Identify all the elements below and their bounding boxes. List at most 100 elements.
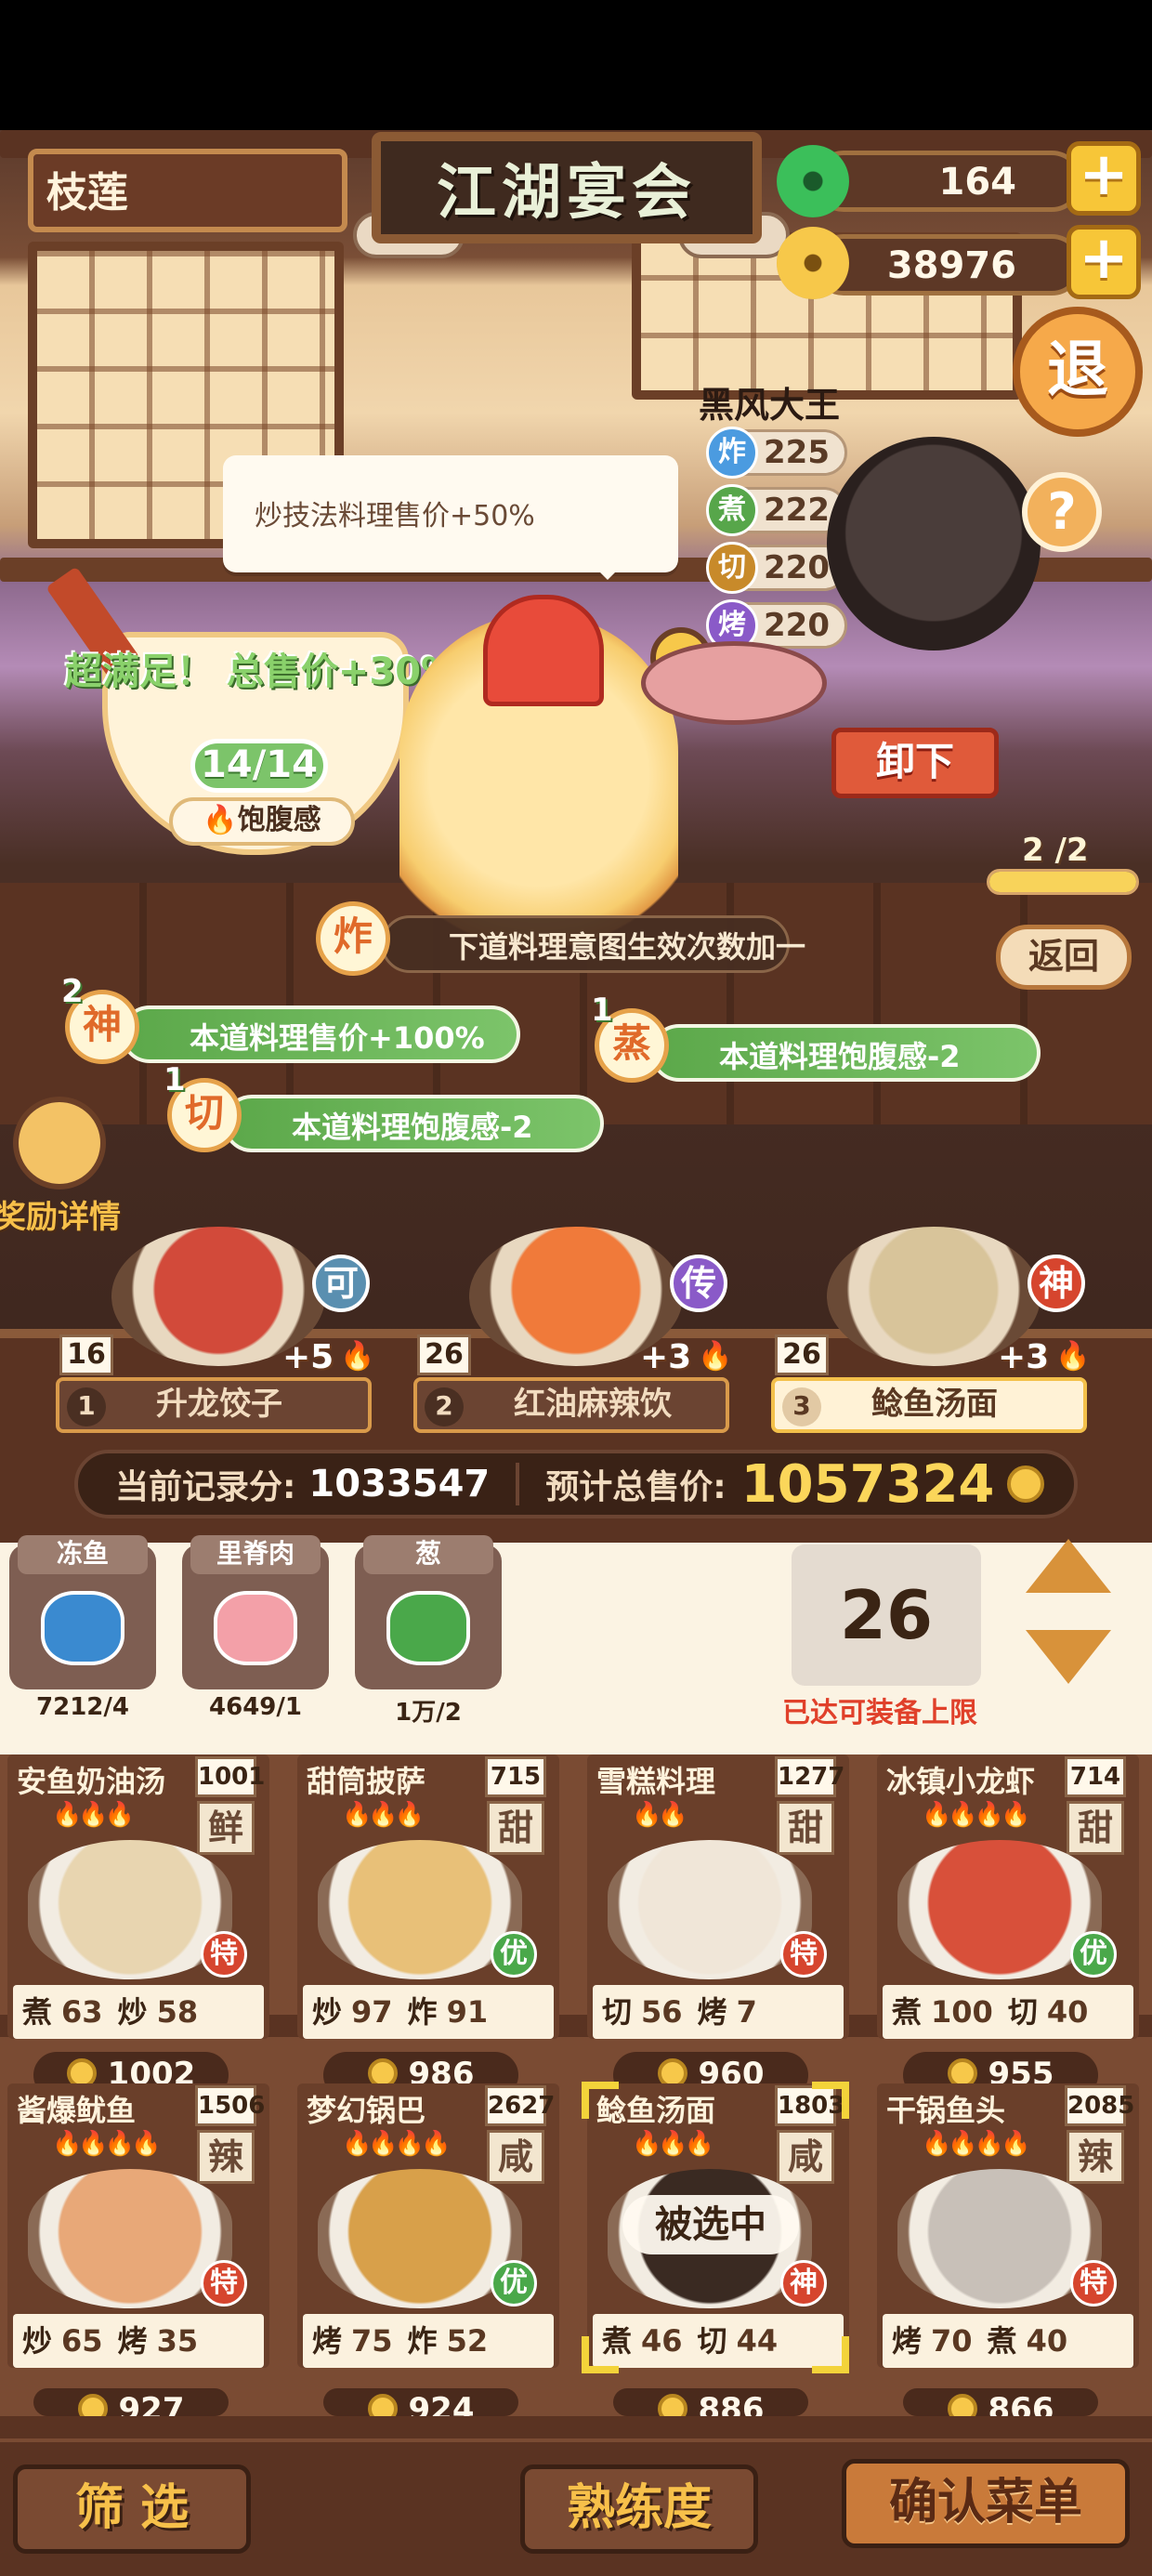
- reward-chest-icon[interactable]: [13, 1097, 106, 1189]
- filter-button[interactable]: 筛 选: [13, 2464, 251, 2554]
- slot-name-1: 红油麻辣饮: [514, 1386, 672, 1423]
- help-button[interactable]: ?: [1022, 472, 1102, 552]
- serving-plate: [641, 641, 827, 725]
- recipe-price-tag-4: 1506: [195, 2085, 265, 2126]
- increase-arrow-button[interactable]: [1026, 1539, 1111, 1593]
- slot-name-bar-0[interactable]: 1 升龙饺子: [56, 1377, 372, 1433]
- recipe-price-tag-7: 2085: [1065, 2085, 1134, 2126]
- chef-hat: [483, 595, 604, 706]
- recipe-price-tag-1: 715: [485, 1756, 546, 1797]
- recipe-skill-2-value: 40: [1026, 2323, 1068, 2359]
- recipe-skill-2: 烤: [697, 1994, 727, 2030]
- buff-banner-1: 本道料理售价+100%: [121, 1005, 520, 1063]
- ingredient-icon-0: [41, 1591, 124, 1665]
- opponent-avatar[interactable]: [827, 437, 1041, 651]
- game-screen: 枝莲 江湖宴会 164 + 38976 + 退 黑风大王 225 炸 222 煮 220…: [0, 0, 1152, 2576]
- recipe-skill-1-value: 97: [351, 1994, 393, 2030]
- record-score-label: 当前记录分:: [115, 1468, 296, 1506]
- round-progress-fill: [989, 872, 1136, 892]
- recipe-skill-1-value: 46: [641, 2323, 683, 2359]
- coin-icon: [1007, 1465, 1045, 1503]
- recipe-heat-7: 🔥🔥🔥🔥: [922, 2130, 1030, 2158]
- recipe-price-value-6: 886: [698, 2391, 765, 2416]
- decrease-arrow-button[interactable]: [1026, 1630, 1111, 1684]
- recipe-price-7: 866: [903, 2388, 1098, 2416]
- slot-count-1: 26: [417, 1334, 471, 1375]
- slot-bonus-0: +5: [282, 1338, 334, 1376]
- recipe-skill-1: 烤: [892, 2323, 923, 2359]
- proficiency-button[interactable]: 熟练度: [520, 2464, 758, 2554]
- recipe-price-6: 886: [613, 2388, 808, 2416]
- recipe-stats-2: 切 56 烤 7: [593, 1985, 844, 2039]
- recipe-heat-4: 🔥🔥🔥🔥: [52, 2130, 161, 2158]
- recipe-price-4: 927: [33, 2388, 229, 2416]
- unload-button[interactable]: 卸下: [831, 728, 999, 798]
- recipe-tier-3: 优: [1070, 1931, 1117, 1978]
- add-coin-button[interactable]: +: [1067, 225, 1141, 299]
- event-title: 江湖宴会: [437, 159, 697, 228]
- recipe-heat-3: 🔥🔥🔥🔥: [922, 1801, 1030, 1829]
- coin-amount: 38976: [886, 244, 1016, 287]
- recipe-skill-1-value: 100: [931, 1994, 993, 2030]
- buff-banner-0: 下道料理意图生效次数加一: [381, 915, 805, 973]
- add-jade-button[interactable]: +: [1067, 141, 1141, 216]
- recipe-skill-1-value: 63: [61, 1994, 103, 2030]
- recipe-price-tag-5: 2627: [485, 2085, 555, 2126]
- recipe-taste-2: 甜: [777, 1801, 834, 1855]
- recipe-skill-1: 煮: [22, 1994, 53, 2030]
- coin-icon: [657, 2394, 687, 2416]
- recipe-skill-2-value: 91: [446, 1994, 489, 2030]
- recipe-taste-1: 甜: [487, 1801, 544, 1855]
- back-button[interactable]: 返回: [996, 925, 1132, 990]
- recipe-stats-3: 煮 100 切 40: [883, 1985, 1133, 2039]
- recipe-heat-1: 🔥🔥🔥: [342, 1801, 425, 1829]
- recipe-skill-2-value: 40: [1046, 1994, 1089, 2030]
- recipe-tier-2: 特: [780, 1931, 827, 1978]
- slot-name-bar-2[interactable]: 3 鲶鱼汤面: [771, 1377, 1087, 1433]
- slot-count-0: 16: [59, 1334, 113, 1375]
- recipe-skill-2: 炒: [117, 1994, 148, 2030]
- portion-counter: 14/14: [190, 739, 328, 793]
- recipe-price-tag-3: 714: [1065, 1756, 1126, 1797]
- reward-details-label[interactable]: 奖励详情: [0, 1191, 121, 1237]
- buff-banner-2: 本道料理饱腹感-2: [650, 1024, 1041, 1082]
- recipe-tier-4: 特: [201, 2260, 247, 2307]
- slot-index-2: 3: [782, 1387, 821, 1426]
- recipe-taste-3: 甜: [1067, 1801, 1124, 1855]
- recipe-stats-1: 炒 97 炸 91: [303, 1985, 554, 2039]
- coin-icon: [947, 2394, 977, 2416]
- exit-button[interactable]: 退: [1013, 307, 1143, 437]
- slot-bonus-1: +3: [640, 1338, 692, 1376]
- slot-name-2: 鲶鱼汤面: [871, 1386, 998, 1423]
- selection-corner: [582, 2336, 619, 2373]
- flame-icon: 🔥: [1055, 1340, 1091, 1373]
- recipe-skill-1: 炒: [22, 2323, 53, 2359]
- flame-icon: 🔥: [698, 1340, 733, 1373]
- recipe-stats-5: 烤 75 炸 52: [303, 2314, 554, 2368]
- recipe-name-2: 雪糕料理: [596, 1764, 716, 1799]
- slot-index-0: 1: [67, 1387, 106, 1426]
- recipe-name-1: 甜筒披萨: [307, 1764, 426, 1799]
- recipe-tier-0: 特: [201, 1931, 247, 1978]
- confirm-menu-button[interactable]: 确认菜单: [842, 2459, 1130, 2548]
- recipe-heat-5: 🔥🔥🔥🔥: [342, 2130, 451, 2158]
- recipe-price-5: 924: [323, 2388, 518, 2416]
- buff-badge-0: 炸: [316, 901, 390, 976]
- coin-icon: [777, 227, 849, 299]
- recipe-skill-1: 炒: [312, 1994, 343, 2030]
- slot-name-bar-1[interactable]: 2 红油麻辣饮: [413, 1377, 729, 1433]
- skill-icon-1: 煮: [706, 484, 758, 536]
- skill-icon-2: 切: [706, 542, 758, 594]
- recipe-taste-5: 咸: [487, 2130, 544, 2184]
- recipe-taste-0: 鲜: [197, 1801, 255, 1855]
- jade-amount: 164: [938, 161, 1017, 204]
- recipe-price-tag-2: 1277: [775, 1756, 844, 1797]
- selection-corner: [582, 2082, 619, 2119]
- opponent-name: 黑风大王: [699, 385, 841, 426]
- limit-reached-text: 已达可装备上限: [782, 1697, 977, 1729]
- event-title-sign: 江湖宴会: [372, 132, 762, 243]
- recipe-heat-0: 🔥🔥🔥: [52, 1801, 135, 1829]
- buff-count-2: 1: [591, 992, 613, 1029]
- ingredient-name-2: 葱: [363, 1535, 493, 1574]
- recipe-stats-7: 烤 70 煮 40: [883, 2314, 1133, 2368]
